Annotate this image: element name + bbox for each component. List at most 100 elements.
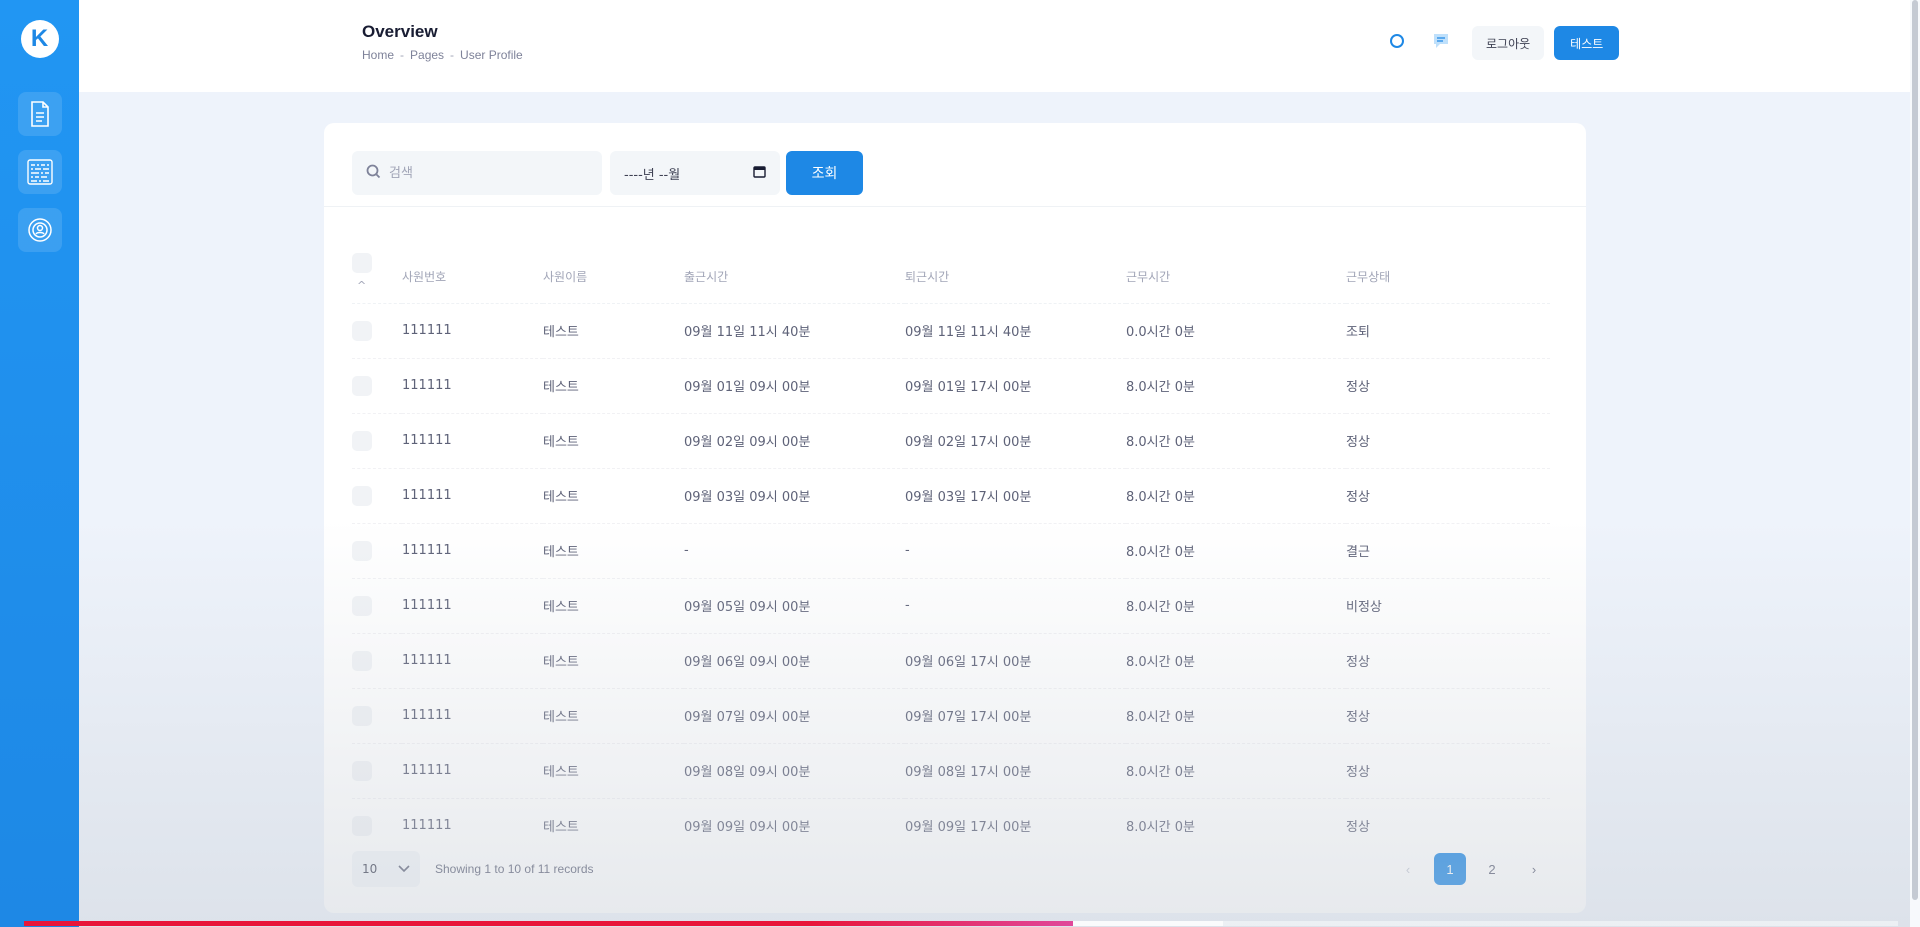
row-checkbox[interactable]: [352, 485, 372, 506]
column-header[interactable]: 근무시간: [1126, 233, 1346, 304]
column-header[interactable]: 근무상태: [1346, 233, 1550, 304]
pagination: ‹ 1 2 ›: [1392, 853, 1550, 885]
sort-up-icon[interactable]: ^: [357, 279, 366, 292]
cell-work: 8.0시간 0분: [1126, 523, 1346, 579]
row-checkbox[interactable]: [352, 430, 372, 451]
scrollbar-thumb[interactable]: [1912, 0, 1918, 900]
cell-out: 09월 07일 17시 00분: [905, 688, 1126, 744]
cell-out: 09월 11일 11시 40분: [905, 303, 1126, 359]
row-checkbox-cell: [352, 303, 402, 359]
cell-out: 09월 02일 17시 00분: [905, 413, 1126, 469]
table-row[interactable]: 111111 테스트 09월 07일 09시 00분 09월 07일 17시 00분 8…: [352, 688, 1550, 744]
row-checkbox[interactable]: [352, 650, 372, 671]
table-row[interactable]: 111111 테스트 09월 01일 09시 00분 09월 01일 17시 00분 8…: [352, 358, 1550, 414]
records-info: Showing 1 to 10 of 11 records: [435, 862, 594, 876]
row-checkbox-cell: [352, 743, 402, 799]
table-row[interactable]: 111111 테스트 09월 05일 09시 00분 -8.0시간 0분 비정상: [352, 578, 1550, 634]
cell-out: -: [905, 578, 1126, 634]
row-checkbox[interactable]: [352, 320, 372, 341]
cell-work: 0.0시간 0분: [1126, 303, 1346, 359]
row-checkbox[interactable]: [352, 705, 372, 726]
search-toggle-button[interactable]: [1384, 30, 1410, 56]
cell-status: 비정상: [1346, 578, 1550, 634]
column-header[interactable]: 사원이름: [543, 233, 684, 304]
cell-status: 정상: [1346, 633, 1550, 689]
circle-icon: [1389, 33, 1405, 53]
cell-work: 8.0시간 0분: [1126, 633, 1346, 689]
table-row[interactable]: 111111 테스트 09월 02일 09시 00분 09월 02일 17시 00분 8…: [352, 413, 1550, 469]
table-row[interactable]: 111111 테스트 - -8.0시간 0분 결근: [352, 523, 1550, 579]
breadcrumb-home[interactable]: Home: [362, 48, 394, 62]
cell-in: 09월 01일 09시 00분: [684, 358, 905, 414]
cell-work: 8.0시간 0분: [1126, 413, 1346, 469]
cell-work: 8.0시간 0분: [1126, 358, 1346, 414]
cell-id: 111111: [402, 633, 543, 689]
search-icon: [366, 164, 381, 183]
row-checkbox[interactable]: [352, 540, 372, 561]
month-picker-value: ----년 --월: [624, 167, 681, 183]
header-actions: 로그아웃 테스트: [1384, 26, 1620, 60]
table-row[interactable]: 111111 테스트 09월 08일 09시 00분 09월 08일 17시 00분 8…: [352, 743, 1550, 799]
row-checkbox[interactable]: [352, 375, 372, 396]
select-all-header: ^: [352, 233, 402, 304]
calendar-icon[interactable]: [753, 165, 766, 182]
user-button[interactable]: 테스트: [1554, 26, 1620, 60]
row-checkbox[interactable]: [352, 595, 372, 616]
column-header[interactable]: 출근시간: [684, 233, 905, 304]
sidebar-item-document[interactable]: [17, 92, 62, 136]
cell-work: 8.0시간 0분: [1126, 820, 1195, 836]
video-progress-played: [24, 921, 1074, 926]
column-header[interactable]: 사원번호: [402, 233, 543, 304]
table-row[interactable]: 111111 테스트 09월 11일 11시 40분 09월 11일 11시 40분 0…: [352, 303, 1550, 359]
logout-button[interactable]: 로그아웃: [1472, 26, 1545, 60]
sidebar-item-qr[interactable]: [17, 150, 62, 194]
breadcrumb-separator: -: [450, 48, 455, 62]
cell-work: 8.0시간 0분: [1126, 468, 1346, 524]
page-button-2[interactable]: 2: [1476, 853, 1508, 885]
page-size-select[interactable]: 10: [352, 851, 420, 887]
row-checkbox-cell: [352, 523, 402, 579]
cell-in: -: [684, 523, 905, 579]
row-checkbox-cell: [352, 413, 402, 469]
cell-id: 111111: [402, 468, 543, 524]
cell-id: 111111: [402, 743, 543, 799]
cell-out: 09월 09일 17시 00분: [905, 820, 1032, 836]
cell-status: 정상: [1346, 743, 1550, 799]
search-submit-button[interactable]: 조회: [786, 151, 863, 195]
table-row[interactable]: 111111 테스트 09월 03일 09시 00분 09월 03일 17시 00분 8…: [352, 468, 1550, 524]
search-box: [352, 151, 602, 195]
row-checkbox[interactable]: [352, 815, 372, 836]
breadcrumb-pages[interactable]: Pages: [410, 48, 444, 62]
attendance-table: ^ 사원번호 사원이름 출근시간 퇴근시간 근무시간 근무상태 111111 테스…: [352, 233, 1550, 853]
page-title: Overview: [362, 22, 438, 41]
row-checkbox-cell: [352, 578, 402, 634]
table-row[interactable]: 111111 테스트 09월 09일 09시 00분 09월 09일 17시 00분 8…: [352, 798, 1550, 853]
page-button-1[interactable]: 1: [1434, 853, 1466, 885]
cell-out: 09월 01일 17시 00분: [905, 358, 1126, 414]
sidebar: K: [0, 0, 79, 927]
cell-status: 조퇴: [1346, 303, 1550, 359]
page-scrollbar[interactable]: [1910, 0, 1920, 927]
month-picker[interactable]: ----년 --월: [610, 151, 780, 195]
cell-id: 111111: [402, 578, 543, 634]
row-checkbox-cell: [352, 688, 402, 744]
cell-status: 정상: [1346, 820, 1370, 836]
next-page-button[interactable]: ›: [1518, 853, 1550, 885]
cell-in: 09월 11일 11시 40분: [684, 303, 905, 359]
cell-name: 테스트: [543, 578, 684, 634]
app-logo[interactable]: K: [20, 20, 59, 58]
column-header[interactable]: 퇴근시간: [905, 233, 1126, 304]
cell-work: 8.0시간 0분: [1126, 743, 1346, 799]
cell-status: 결근: [1346, 523, 1550, 579]
prev-page-button[interactable]: ‹: [1392, 853, 1424, 885]
select-all-checkbox[interactable]: [352, 253, 372, 273]
sidebar-item-user-settings[interactable]: [17, 208, 62, 252]
chat-button[interactable]: [1428, 30, 1454, 56]
search-input[interactable]: [389, 165, 589, 181]
row-checkbox[interactable]: [352, 760, 372, 781]
cell-id: 111111: [402, 818, 452, 834]
table-row[interactable]: 111111 테스트 09월 06일 09시 00분 09월 06일 17시 00분 8…: [352, 633, 1550, 689]
cell-in: 09월 02일 09시 00분: [684, 413, 905, 469]
video-progress-bar[interactable]: [24, 921, 1898, 926]
chevron-down-icon: [398, 862, 410, 876]
